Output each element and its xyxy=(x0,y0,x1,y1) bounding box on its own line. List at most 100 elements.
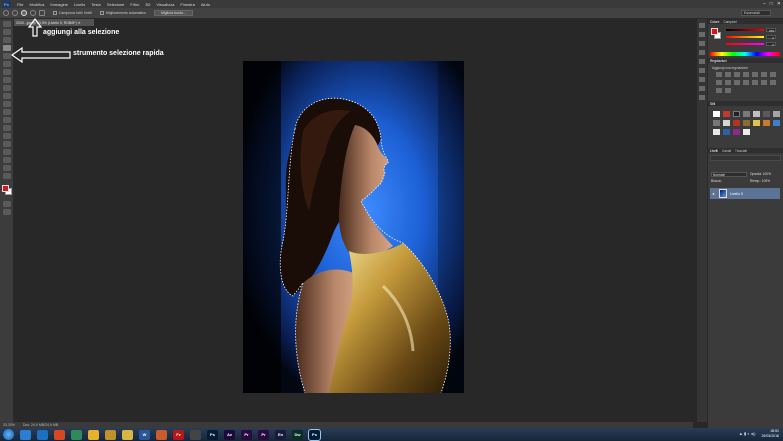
zoom-level[interactable]: 33,33% xyxy=(3,423,15,427)
clock[interactable]: 18:51 29/03/2016 xyxy=(761,429,779,438)
quick-mask-icon[interactable] xyxy=(2,201,11,207)
history-brush-tool-icon[interactable] xyxy=(2,93,11,99)
auto-enhance-checkbox[interactable]: Miglioramento automatico xyxy=(99,11,146,15)
taskbar-app-icon[interactable]: Dw xyxy=(292,429,303,440)
green-slider[interactable] xyxy=(726,36,764,38)
color-balance-icon[interactable] xyxy=(770,72,776,77)
type-tool-icon[interactable] xyxy=(2,141,11,147)
fill-field[interactable]: Riemp.: 100% xyxy=(750,179,770,183)
taskbar-app-icon[interactable]: Fz xyxy=(173,429,184,440)
crop-tool-icon[interactable] xyxy=(2,53,11,59)
tray-icons[interactable]: ▲ ▮ ◐ ◂)) xyxy=(739,431,756,436)
red-value[interactable]: 255 xyxy=(766,28,776,33)
menu-finestra[interactable]: Finestra xyxy=(180,2,194,7)
taskbar-app-icon[interactable] xyxy=(156,429,167,440)
taskbar-app-icon[interactable] xyxy=(37,429,48,440)
layer-name[interactable]: Livello 0 xyxy=(730,192,743,196)
layer-row[interactable]: ● Livello 0 xyxy=(710,188,780,199)
menu-file[interactable]: File xyxy=(17,2,23,7)
taskbar-app-icon[interactable]: Ps xyxy=(308,428,321,441)
posterize-icon[interactable] xyxy=(761,80,767,85)
move-tool-icon[interactable] xyxy=(2,21,11,27)
properties-panel-icon[interactable] xyxy=(699,32,705,37)
taskbar-app-icon[interactable]: W xyxy=(139,429,150,440)
hue-saturation-icon[interactable] xyxy=(761,72,767,77)
marquee-tool-icon[interactable] xyxy=(2,29,11,35)
menu-3d[interactable]: 3D xyxy=(145,2,150,7)
style-swatch[interactable] xyxy=(773,120,780,126)
brush-size-icon[interactable] xyxy=(39,10,45,16)
maximize-button[interactable]: □ xyxy=(770,1,773,7)
style-swatch[interactable] xyxy=(713,120,720,126)
style-swatch[interactable] xyxy=(713,111,720,117)
style-swatch[interactable] xyxy=(763,111,770,117)
style-swatch[interactable] xyxy=(753,111,760,117)
tab-colore[interactable]: Colore xyxy=(710,20,719,24)
taskbar-app-icon[interactable] xyxy=(88,429,99,440)
green-value[interactable]: 0 xyxy=(766,35,776,40)
tab-campioni[interactable]: Campioni xyxy=(723,20,736,24)
new-selection-icon[interactable] xyxy=(12,10,18,16)
style-swatch[interactable] xyxy=(723,111,730,117)
gradient-map-icon[interactable] xyxy=(725,88,731,93)
style-swatch[interactable] xyxy=(723,120,730,126)
notes-panel-icon[interactable] xyxy=(699,95,705,100)
style-swatch[interactable] xyxy=(753,120,760,126)
brush-panel-icon[interactable] xyxy=(699,41,705,46)
path-selection-tool-icon[interactable] xyxy=(2,149,11,155)
minimize-button[interactable]: – xyxy=(763,1,766,7)
style-swatch[interactable] xyxy=(733,120,740,126)
color-swatches[interactable] xyxy=(1,185,12,195)
taskbar-app-icon[interactable]: Pr xyxy=(241,429,252,440)
healing-tool-icon[interactable] xyxy=(2,69,11,75)
eraser-tool-icon[interactable] xyxy=(2,101,11,107)
selective-color-icon[interactable] xyxy=(716,88,722,93)
taskbar-app-icon[interactable]: Ae xyxy=(224,429,235,440)
taskbar-app-icon[interactable] xyxy=(190,429,201,440)
color-spectrum[interactable] xyxy=(710,52,780,56)
style-swatch[interactable] xyxy=(773,111,780,117)
taskbar-app-icon[interactable]: En xyxy=(275,429,286,440)
brush-tool-icon[interactable] xyxy=(2,77,11,83)
style-swatch[interactable] xyxy=(733,129,740,135)
character-panel-icon[interactable] xyxy=(699,59,705,64)
tab-stili[interactable]: Stili xyxy=(710,102,715,106)
menu-immagine[interactable]: Immagine xyxy=(50,2,68,7)
taskbar-app-icon[interactable] xyxy=(122,429,133,440)
visibility-eye-icon[interactable]: ● xyxy=(711,191,716,196)
layer-filter-row[interactable] xyxy=(710,155,781,161)
blend-mode-select[interactable]: Normale xyxy=(711,172,747,177)
taskbar-app-icon[interactable] xyxy=(54,429,65,440)
style-swatch[interactable] xyxy=(763,120,770,126)
foreground-color-swatch[interactable] xyxy=(1,185,9,192)
opacity-field[interactable]: Opacità: 100% xyxy=(750,172,771,176)
menu-selezione[interactable]: Selezione xyxy=(107,2,125,7)
black-white-icon[interactable] xyxy=(716,80,722,85)
clone-source-panel-icon[interactable] xyxy=(699,50,705,55)
foreground-color-swatch[interactable] xyxy=(711,28,718,35)
pen-tool-icon[interactable] xyxy=(2,133,11,139)
shape-tool-icon[interactable] xyxy=(2,157,11,163)
menu-aiuto[interactable]: Aiuto xyxy=(201,2,210,7)
actions-panel-icon[interactable] xyxy=(699,86,705,91)
tab-tracciati[interactable]: Tracciati xyxy=(735,149,747,153)
style-swatch[interactable] xyxy=(723,129,730,135)
taskbar-app-icon[interactable]: Pr xyxy=(258,429,269,440)
tab-canali[interactable]: Canali xyxy=(722,149,731,153)
start-button[interactable] xyxy=(3,429,14,440)
zoom-tool-icon[interactable] xyxy=(2,173,11,179)
document-image[interactable] xyxy=(243,61,464,393)
screen-mode-icon[interactable] xyxy=(2,209,11,215)
sample-all-layers-checkbox[interactable]: Campiona tutti i livelli xyxy=(53,11,92,15)
tab-livelli[interactable]: Livelli xyxy=(710,149,718,153)
brightness-icon[interactable] xyxy=(716,72,722,77)
exposure-icon[interactable] xyxy=(743,72,749,77)
blur-tool-icon[interactable] xyxy=(2,117,11,123)
color-lookup-icon[interactable] xyxy=(743,80,749,85)
menu-livello[interactable]: Livello xyxy=(74,2,85,7)
photo-filter-icon[interactable] xyxy=(725,80,731,85)
menu-filtro[interactable]: Filtro xyxy=(130,2,139,7)
taskbar-app-icon[interactable] xyxy=(105,429,116,440)
hand-tool-icon[interactable] xyxy=(2,165,11,171)
info-panel-icon[interactable] xyxy=(699,77,705,82)
